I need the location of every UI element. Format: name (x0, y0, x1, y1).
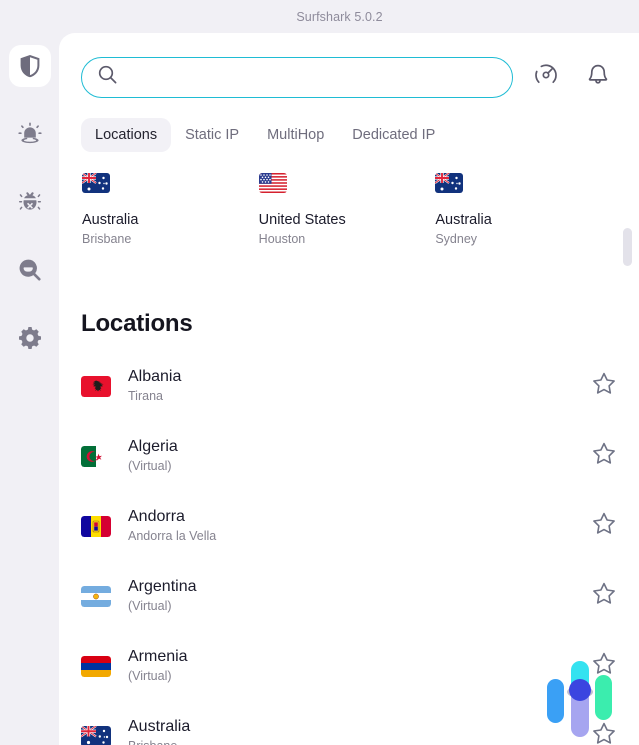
search-row (81, 55, 617, 99)
city-name: (Virtual) (128, 668, 591, 685)
table-row[interactable]: Andorra Andorra la Vella (59, 491, 639, 561)
gear-icon (18, 326, 42, 350)
country-name: Albania (128, 367, 591, 387)
recent-city-name: Houston (259, 231, 436, 248)
table-row[interactable]: Australia Brisbane (59, 701, 639, 745)
tab-locations[interactable]: Locations (81, 118, 171, 152)
row-text: Albania Tirana (128, 367, 591, 405)
flag-au (435, 173, 612, 202)
table-row[interactable]: Algeria (Virtual) (59, 421, 639, 491)
flag-al (81, 376, 111, 397)
city-name: (Virtual) (128, 598, 591, 615)
recent-country-name: Australia (82, 211, 259, 230)
surfshark-app-window: Surfshark 5.0.2 (0, 0, 639, 745)
tab-multihop[interactable]: MultiHop (253, 118, 338, 152)
search-input[interactable] (127, 69, 512, 85)
search-face-icon (18, 258, 42, 282)
flag-ad (81, 516, 111, 537)
table-row[interactable]: Armenia (Virtual) (59, 631, 639, 701)
tab-bar: Locations Static IP MultiHop Dedicated I… (81, 118, 449, 152)
tab-dedicated-ip[interactable]: Dedicated IP (338, 118, 449, 152)
scrollbar-thumb[interactable] (623, 228, 632, 266)
recent-location-item[interactable]: Australia Sydney (435, 173, 612, 248)
recent-locations: Australia Brisbane (82, 173, 612, 248)
flag-dz (81, 446, 111, 467)
recent-city-name: Sydney (435, 231, 612, 248)
title-bar: Surfshark 5.0.2 (0, 0, 639, 33)
row-text: Andorra Andorra la Vella (128, 507, 591, 545)
recent-location-item[interactable]: United States Houston (259, 173, 436, 248)
scrollbar-track[interactable] (623, 78, 632, 738)
city-name: (Virtual) (128, 458, 591, 475)
city-name: Brisbane (128, 738, 591, 745)
recent-location-item[interactable]: Australia Brisbane (82, 173, 259, 248)
favorite-star-icon[interactable] (591, 581, 617, 612)
flag-am (81, 656, 111, 677)
shield-icon (19, 54, 41, 78)
sidebar-item-antivirus[interactable] (9, 181, 51, 223)
recent-city-name: Brisbane (82, 231, 259, 248)
favorite-star-icon[interactable] (591, 371, 617, 402)
row-text: Algeria (Virtual) (128, 437, 591, 475)
flag-au (82, 173, 259, 202)
favorite-star-icon[interactable] (591, 511, 617, 542)
country-name: Argentina (128, 577, 591, 597)
row-text: Armenia (Virtual) (128, 647, 591, 685)
city-name: Tirana (128, 388, 591, 405)
sidebar-item-alternative-id[interactable] (9, 249, 51, 291)
locations-list: Albania Tirana (59, 351, 639, 745)
table-row[interactable]: Albania Tirana (59, 351, 639, 421)
sidebar-item-settings[interactable] (9, 317, 51, 359)
flag-us (259, 173, 436, 202)
window-title: Surfshark 5.0.2 (296, 10, 382, 24)
search-icon (98, 65, 117, 89)
table-row[interactable]: Argentina (Virtual) (59, 561, 639, 631)
recent-country-name: United States (259, 211, 436, 230)
row-text: Argentina (Virtual) (128, 577, 591, 615)
main-panel: Locations Static IP MultiHop Dedicated I… (59, 33, 639, 745)
favorite-star-icon[interactable] (591, 651, 617, 682)
sidebar-item-alert[interactable] (9, 113, 51, 155)
speed-test-button[interactable] (527, 58, 565, 96)
page-title: Locations (81, 310, 193, 338)
flag-au (81, 726, 111, 745)
flag-ar (81, 586, 111, 607)
row-text: Australia Brisbane (128, 717, 591, 745)
sidebar-item-vpn[interactable] (9, 45, 51, 87)
country-name: Algeria (128, 437, 591, 457)
country-name: Andorra (128, 507, 591, 527)
bell-icon (586, 63, 610, 92)
sidebar (0, 33, 59, 745)
favorite-star-icon[interactable] (591, 721, 617, 745)
country-name: Armenia (128, 647, 591, 667)
bug-icon (18, 190, 42, 214)
country-name: Australia (128, 717, 591, 737)
alert-icon (18, 122, 42, 146)
search-box[interactable] (81, 57, 513, 98)
city-name: Andorra la Vella (128, 528, 591, 545)
notifications-button[interactable] (579, 58, 617, 96)
recent-country-name: Australia (435, 211, 612, 230)
favorite-star-icon[interactable] (591, 441, 617, 472)
speedometer-icon (534, 63, 558, 92)
tab-static-ip[interactable]: Static IP (171, 118, 253, 152)
